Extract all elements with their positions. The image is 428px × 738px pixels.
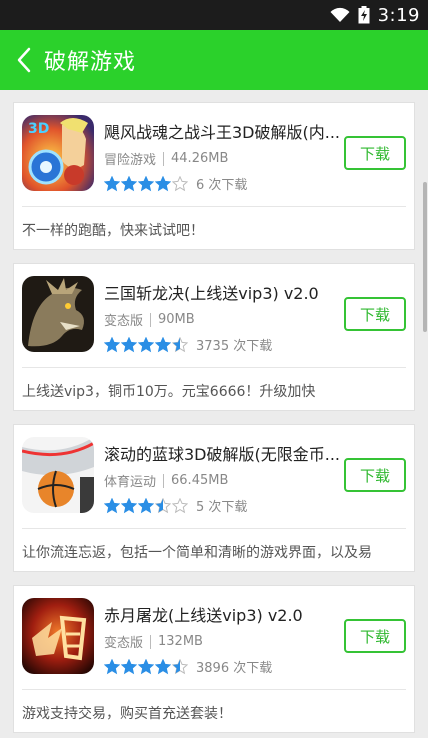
download-button[interactable]: 下载 <box>344 619 406 653</box>
app-category: 变态版 <box>104 636 144 651</box>
app-description: 让你流连忘返，包括一个简单和清晰的游戏界面，以及易 <box>22 545 372 561</box>
star-full-icon <box>138 336 154 352</box>
star-full-icon <box>121 497 137 513</box>
star-full-icon <box>121 336 137 352</box>
rating-stars <box>104 336 189 353</box>
app-category: 体育运动 <box>104 475 157 490</box>
app-card[interactable]: 滚动的蓝球3D破解版(无限金币... 体育运动 66.45MB 5 次下载 下载… <box>13 424 415 572</box>
app-meta: 变态版 90MB <box>104 310 195 329</box>
status-bar: 3:19 <box>0 0 428 30</box>
scrollbar[interactable] <box>423 182 427 332</box>
star-full-icon <box>138 497 154 513</box>
star-full-icon <box>121 175 137 191</box>
app-card[interactable]: 三国斩龙决(上线送vip3) v2.0 变态版 90MB 3735 次下载 下载… <box>13 263 415 411</box>
star-full-icon <box>138 175 154 191</box>
star-full-icon <box>104 658 120 674</box>
battery-charging-icon <box>358 6 370 24</box>
app-card[interactable]: 赤月屠龙(上线送vip3) v2.0 变态版 132MB 3896 次下载 下载… <box>13 585 415 733</box>
rating-stars <box>104 497 189 514</box>
back-button[interactable] <box>4 30 44 90</box>
app-size: 132MB <box>158 634 203 649</box>
star-full-icon <box>138 658 154 674</box>
app-category: 变态版 <box>104 314 144 329</box>
card-divider <box>22 528 406 529</box>
app-rating: 5 次下载 <box>104 496 247 515</box>
svg-text:3D: 3D <box>28 121 49 137</box>
download-button[interactable]: 下载 <box>344 136 406 170</box>
star-full-icon <box>121 658 137 674</box>
page-title: 破解游戏 <box>44 50 137 75</box>
rating-stars <box>104 175 189 192</box>
dragon-app-icon <box>22 276 94 352</box>
star-full-icon <box>104 497 120 513</box>
star-full-icon <box>155 175 171 191</box>
meta-divider <box>163 473 165 488</box>
clock: 3:19 <box>377 4 420 26</box>
star-full-icon <box>104 175 120 191</box>
download-button[interactable]: 下载 <box>344 297 406 331</box>
red-moon-app-icon <box>22 598 94 674</box>
app-name[interactable]: 滚动的蓝球3D破解版(无限金币... <box>104 441 344 465</box>
app-list[interactable]: 3D 飓风战魂之战斗王3D破解版(内... 冒险游戏 44.26MB 6 次下载… <box>0 90 428 738</box>
app-description: 游戏支持交易，购买首充送套装！ <box>22 706 232 722</box>
app-meta: 体育运动 66.45MB <box>104 471 228 490</box>
hurricane-warrior-app-icon: 3D <box>22 115 94 191</box>
chevron-left-icon <box>17 47 31 73</box>
meta-divider <box>163 151 165 166</box>
star-half-icon <box>172 658 188 674</box>
app-rating: 6 次下载 <box>104 174 247 193</box>
app-rating: 3735 次下载 <box>104 335 272 354</box>
app-size: 66.45MB <box>171 473 229 488</box>
app-meta: 变态版 132MB <box>104 632 203 651</box>
app-bar: 破解游戏 <box>0 30 428 90</box>
app-description: 不一样的跑酷，快来试试吧！ <box>22 223 204 239</box>
card-divider <box>22 367 406 368</box>
meta-divider <box>150 634 152 649</box>
download-count: 6 次下载 <box>196 178 248 193</box>
app-rating: 3896 次下载 <box>104 657 272 676</box>
meta-divider <box>150 312 152 327</box>
star-empty-icon <box>172 175 188 191</box>
card-divider <box>22 206 406 207</box>
star-full-icon <box>155 658 171 674</box>
app-name[interactable]: 飓风战魂之战斗王3D破解版(内... <box>104 119 344 143</box>
app-name[interactable]: 三国斩龙决(上线送vip3) v2.0 <box>104 280 344 304</box>
star-full-icon <box>155 336 171 352</box>
star-empty-icon <box>172 497 188 513</box>
download-count: 3735 次下载 <box>196 339 273 354</box>
star-half-icon <box>172 336 188 352</box>
rating-stars <box>104 658 189 675</box>
app-size: 90MB <box>158 312 195 327</box>
download-button[interactable]: 下载 <box>344 458 406 492</box>
card-divider <box>22 689 406 690</box>
wifi-icon <box>330 7 350 22</box>
app-name[interactable]: 赤月屠龙(上线送vip3) v2.0 <box>104 602 344 626</box>
app-description: 上线送vip3，铜币10万。元宝6666！升级加快 <box>22 384 316 400</box>
star-full-icon <box>104 336 120 352</box>
basketball-app-icon <box>22 437 94 513</box>
app-size: 44.26MB <box>171 151 229 166</box>
download-count: 5 次下载 <box>196 500 248 515</box>
app-meta: 冒险游戏 44.26MB <box>104 149 228 168</box>
app-category: 冒险游戏 <box>104 153 157 168</box>
download-count: 3896 次下载 <box>196 661 273 676</box>
star-half-icon <box>155 497 171 513</box>
app-card[interactable]: 3D 飓风战魂之战斗王3D破解版(内... 冒险游戏 44.26MB 6 次下载… <box>13 102 415 250</box>
